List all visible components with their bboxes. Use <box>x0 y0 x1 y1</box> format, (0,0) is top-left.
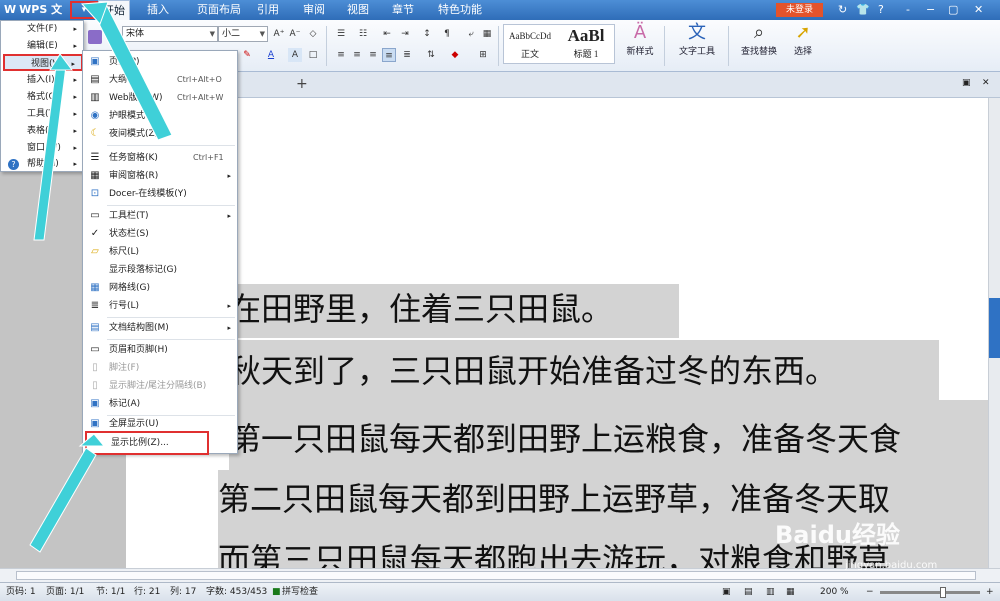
arrow-to-dropdown <box>91 3 173 141</box>
arrow-to-view-menu <box>33 65 67 241</box>
arrow-to-view-menu-head <box>49 53 73 71</box>
tutorial-arrows <box>29 1 173 553</box>
arrow-to-zoom-item-head <box>78 433 106 447</box>
wps-window: WWPS 文字 ▾ 开始 插入 页面布局 引用 审阅 视图 章节 特色功能 未登… <box>0 0 1000 601</box>
arrow-to-zoom-item <box>29 447 97 553</box>
